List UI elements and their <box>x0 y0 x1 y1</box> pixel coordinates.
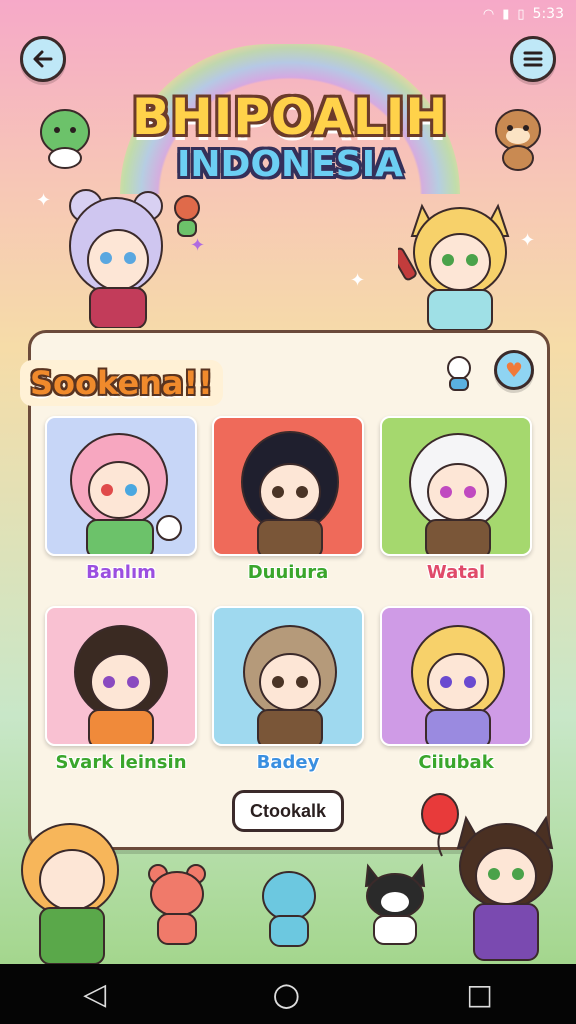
panel-title: Sookena!! <box>20 360 223 406</box>
character-name-text: Banlım <box>86 562 156 583</box>
character-name-text: Badey <box>256 752 320 773</box>
status-bar: ◠ ▮ ▯ 5:33 <box>0 0 576 28</box>
character-name: Badey <box>212 752 364 773</box>
character-name-text: Ciiubak <box>418 752 494 773</box>
cat-ear-boy <box>456 815 554 961</box>
character-card-5[interactable] <box>212 606 364 746</box>
character-name: Watal <box>380 562 532 583</box>
logo-title: BHIPOALIH <box>131 88 449 146</box>
character-portrait <box>382 608 530 744</box>
menu-button[interactable] <box>510 36 556 82</box>
logo-subtitle: INDONESIA <box>177 144 403 185</box>
orange-hair-boy <box>21 823 119 964</box>
character-name-text: Svark leinsin <box>55 752 187 773</box>
sparkle-icon: ✦ <box>520 230 536 251</box>
character-portrait <box>47 418 195 554</box>
battery-icon: ▯ <box>517 6 525 22</box>
otter-mascot <box>495 109 541 171</box>
lavender-hair-girl <box>69 189 163 328</box>
character-card-1[interactable] <box>45 416 197 556</box>
character-portrait <box>214 418 362 554</box>
heart-icon: ♥ <box>505 358 523 382</box>
chat-heart-button[interactable]: ♥ <box>494 350 534 390</box>
character-card-4[interactable] <box>45 606 197 746</box>
nav-home-button[interactable]: ○ <box>272 975 300 1013</box>
system-nav-bar: ◁ ○ □ <box>0 964 576 1024</box>
small-chick-icon <box>447 356 471 391</box>
character-card-6[interactable] <box>380 606 532 746</box>
signal-icon: ▮ <box>502 6 510 22</box>
character-portrait <box>47 608 195 744</box>
blue-dino-plush <box>262 871 316 947</box>
blonde-cat-ear-girl <box>398 203 510 330</box>
red-bear-plush <box>148 864 206 945</box>
black-cat-plush <box>364 863 426 945</box>
character-name: Banlım <box>45 562 197 583</box>
back-arrow-icon <box>33 50 53 68</box>
app-logo: BHIPOALIH INDONESIA <box>110 44 470 194</box>
character-card-2[interactable] <box>212 416 364 556</box>
character-name: Ciiubak <box>380 752 532 773</box>
character-name-text: Watal <box>426 562 486 583</box>
ctookalk-button[interactable]: Ctookalk <box>232 790 344 832</box>
back-button[interactable] <box>20 36 66 82</box>
nav-back-button[interactable]: ◁ <box>83 977 106 1012</box>
character-name-text: Duuiura <box>247 562 329 583</box>
character-portrait <box>214 608 362 744</box>
status-time: 5:33 <box>532 6 564 22</box>
wifi-icon: ◠ <box>482 6 495 22</box>
sparkle-icon: ✦ <box>350 270 366 291</box>
sparkle-icon: ✦ <box>36 190 52 211</box>
character-name: Duuiura <box>212 562 364 583</box>
character-portrait <box>382 418 530 554</box>
nav-recents-button[interactable]: □ <box>466 978 492 1011</box>
character-name: Svark leinsin <box>45 752 197 773</box>
green-frog-mascot <box>40 109 90 169</box>
small-bear-mascot <box>174 195 200 237</box>
hamburger-menu-icon <box>523 51 543 67</box>
character-card-3[interactable] <box>380 416 532 556</box>
